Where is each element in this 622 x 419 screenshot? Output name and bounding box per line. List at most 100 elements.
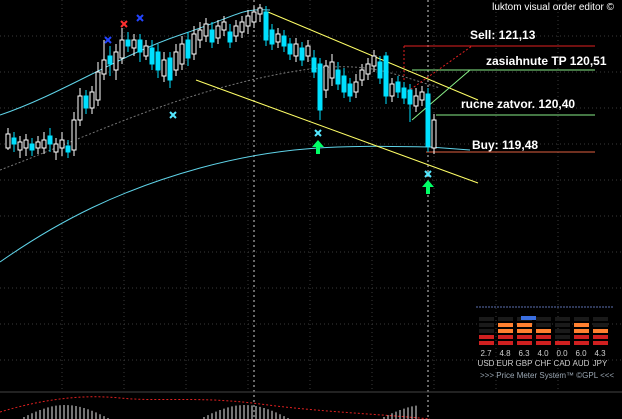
candle-body xyxy=(59,139,65,149)
candle-body xyxy=(233,25,239,37)
meter-bar xyxy=(574,335,589,339)
meter-currency: JPY xyxy=(592,359,608,368)
meter-value: 4.0 xyxy=(537,349,549,358)
candle-body xyxy=(335,69,341,85)
candle-body xyxy=(167,57,173,81)
candle-body xyxy=(275,33,281,43)
candle-body xyxy=(125,39,131,47)
candle-body xyxy=(53,143,59,153)
meter-bar xyxy=(555,317,570,321)
candle-body xyxy=(377,61,383,79)
meter-currency: CHF xyxy=(534,359,552,368)
candle-body xyxy=(41,139,47,149)
meter-value: 2.7 xyxy=(480,349,492,358)
candle-body xyxy=(251,11,257,23)
meter-bar xyxy=(555,341,570,345)
candle-body xyxy=(89,91,95,109)
candle-body xyxy=(155,51,161,71)
candle-body xyxy=(185,39,191,59)
candle-body xyxy=(263,11,269,41)
candle-body xyxy=(431,119,437,149)
meter-value: 0.0 xyxy=(556,349,568,358)
meter-bar xyxy=(593,323,608,327)
candle-body xyxy=(353,81,359,93)
meter-bar xyxy=(498,323,513,327)
candle-body xyxy=(161,59,167,77)
meter-bar xyxy=(555,323,570,327)
meter-bar xyxy=(498,341,513,345)
candle-body xyxy=(17,141,23,151)
candle-body xyxy=(299,47,305,61)
meter-bar xyxy=(517,329,532,333)
candle-body xyxy=(329,61,335,79)
meter-bar xyxy=(479,329,494,333)
candle-body xyxy=(347,83,353,97)
meter-bar xyxy=(574,341,589,345)
meter-bar xyxy=(593,329,608,333)
price-meter-footer: >>> Price Meter System™ ©GPL <<< xyxy=(480,371,615,380)
candle-body xyxy=(95,71,101,101)
take-profit-label[interactable]: zasiahnute TP 120,51 xyxy=(486,54,607,68)
candle-body xyxy=(203,23,209,37)
candle-body xyxy=(371,55,377,67)
candle-body xyxy=(419,91,425,101)
buy-order-label[interactable]: Buy: 119,48 xyxy=(472,138,538,152)
candle-body xyxy=(149,47,155,65)
candle-body xyxy=(401,87,407,99)
candle-body xyxy=(359,69,365,81)
candle-body xyxy=(35,141,41,149)
candle-body xyxy=(215,25,221,39)
candle-body xyxy=(413,95,419,107)
meter-bar xyxy=(536,341,551,345)
meter-bar xyxy=(574,323,589,327)
meter-bar xyxy=(593,335,608,339)
candle-body xyxy=(47,135,53,145)
candle-body xyxy=(305,45,311,57)
candle-body xyxy=(23,139,29,149)
candle-body xyxy=(143,45,149,57)
ma-dotted xyxy=(0,66,441,171)
meter-bar xyxy=(555,329,570,333)
sell-order-label[interactable]: Sell: 121,13 xyxy=(470,28,535,42)
candle-body xyxy=(71,119,77,151)
candle-body xyxy=(311,57,317,73)
meter-bar xyxy=(517,341,532,345)
candle-body xyxy=(131,39,137,49)
chart-window: luktom visual order editor © Sell: 121,1… xyxy=(0,0,622,419)
candle-body xyxy=(323,65,329,91)
candle-body xyxy=(407,89,413,105)
meter-bar xyxy=(555,335,570,339)
candle-body xyxy=(383,55,389,97)
candle-body xyxy=(173,51,179,71)
buy-arrow-icon xyxy=(422,180,434,194)
manual-close-label[interactable]: rucne zatvor. 120,40 xyxy=(461,97,575,111)
meter-currency: USD xyxy=(477,359,495,368)
candle-body xyxy=(197,29,203,41)
candle-body xyxy=(293,43,299,57)
candle-body xyxy=(425,93,431,147)
candle-body xyxy=(101,59,107,75)
candle-body xyxy=(257,7,263,15)
meter-value: 6.0 xyxy=(575,349,587,358)
buy-arrow-icon xyxy=(312,140,324,154)
meter-bar xyxy=(536,323,551,327)
meter-bar xyxy=(574,329,589,333)
candle-body xyxy=(191,33,197,55)
candle-body xyxy=(77,95,83,121)
meter-bar xyxy=(536,317,551,321)
meter-value: 4.8 xyxy=(499,349,511,358)
candle-body xyxy=(269,29,275,45)
candle-body xyxy=(341,75,347,93)
candle-body xyxy=(281,35,287,47)
candle-body xyxy=(83,95,89,109)
meter-currency: CAD xyxy=(553,359,571,368)
candle-body xyxy=(119,39,125,59)
candle-body xyxy=(227,31,233,43)
candle-body xyxy=(389,83,395,97)
meter-bar xyxy=(498,335,513,339)
meter-currency: GBP xyxy=(515,359,533,368)
meter-currency: AUD xyxy=(572,359,590,368)
candle-body xyxy=(29,143,35,151)
meter-bar xyxy=(498,317,513,321)
meter-value: 4.3 xyxy=(594,349,606,358)
